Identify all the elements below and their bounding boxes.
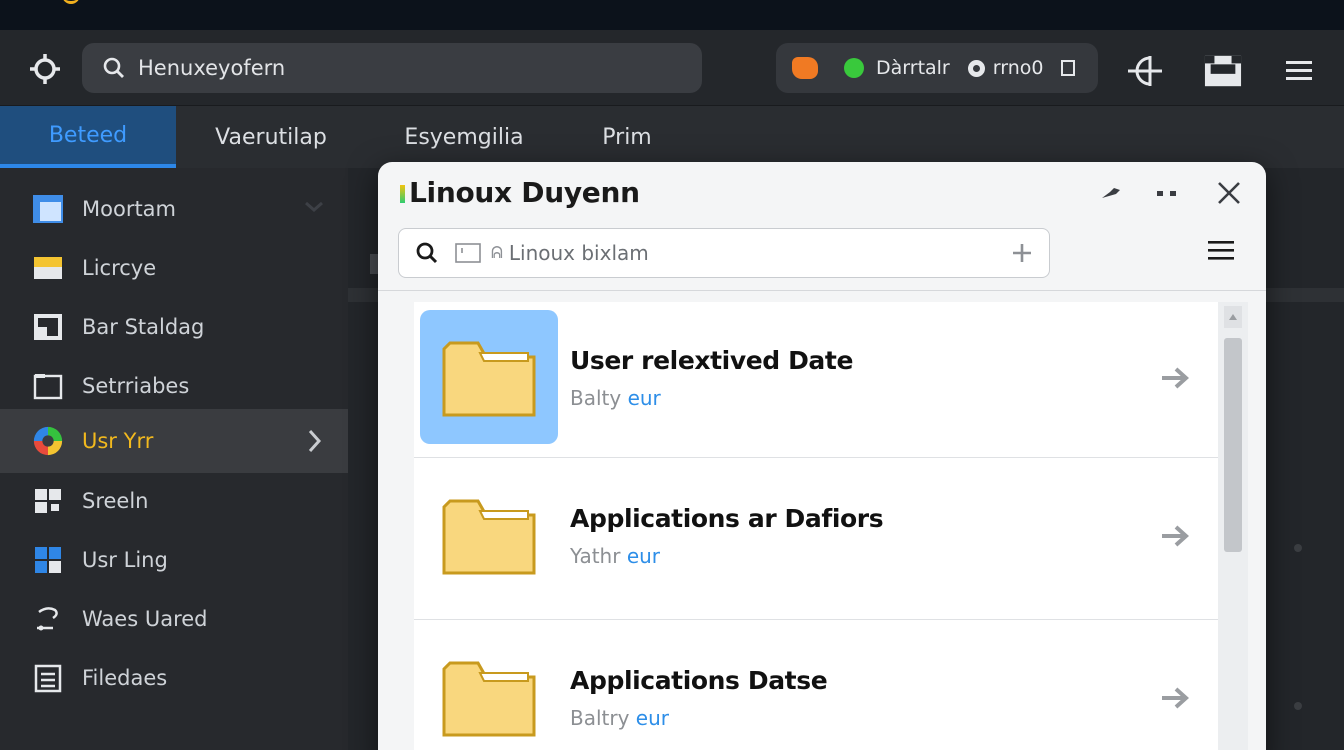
arrow-right-icon[interactable] (1160, 684, 1192, 714)
file-list: User relextived Date Balty eur Applicati… (414, 302, 1218, 750)
background-dot (1294, 702, 1302, 710)
scroll-thumb[interactable] (1224, 338, 1242, 552)
chevron-right-icon[interactable] (302, 427, 326, 460)
hook-icon (32, 603, 64, 635)
sidebar-item-label: Waes Uared (82, 607, 208, 631)
sidebar-item-waes-uared[interactable]: Waes Uared (0, 590, 348, 648)
list-item[interactable]: Applications ar Dafiors Yathr eur (414, 460, 1218, 620)
copy-icon[interactable] (1061, 60, 1076, 76)
online-status-icon (844, 58, 864, 78)
list-item-subtitle: Baltry eur (570, 706, 669, 730)
window-icon (32, 193, 64, 225)
sidebar-item-setrriabes[interactable]: Setrriabes (0, 357, 348, 415)
folder-icon (420, 310, 558, 444)
crosshair-icon[interactable] (1126, 52, 1164, 90)
scrollbar[interactable] (1218, 302, 1248, 750)
arrow-right-icon[interactable] (1160, 364, 1192, 394)
status-value: rrno0 (992, 57, 1044, 79)
search-icon (416, 242, 438, 264)
list-item[interactable]: User relextived Date Balty eur (414, 302, 1218, 458)
grid-icon (32, 485, 64, 517)
brand-glyph-icon (62, 0, 80, 4)
add-icon[interactable] (1011, 242, 1033, 264)
orange-app-icon (792, 57, 818, 79)
document-icon (32, 662, 64, 694)
background-dot (1294, 544, 1302, 552)
status-pill[interactable]: Dàrrtalr rrno0 (776, 43, 1098, 93)
sidebar-item-filedaes[interactable]: Filedaes (0, 649, 348, 707)
folder-icon (420, 468, 558, 602)
list-item[interactable]: Applications Datse Baltry eur (414, 622, 1218, 750)
settings-gear-icon[interactable] (26, 50, 64, 88)
main-search-bar[interactable] (82, 43, 702, 93)
sidebar-item-label: Moortam (82, 197, 177, 221)
more-options-icon[interactable] (1152, 178, 1182, 208)
scroll-up-icon[interactable] (1224, 306, 1242, 328)
chart-icon (32, 311, 64, 343)
list-item-title: Applications Datse (570, 666, 828, 695)
folder-tab-icon (32, 252, 64, 284)
status-label: Dàrrtalr (876, 57, 950, 79)
media-card-icon[interactable] (1204, 52, 1242, 90)
tab-beteed[interactable]: Beteed (0, 106, 176, 168)
folder-outline-icon (455, 243, 481, 263)
list-item-subtitle: Balty eur (570, 386, 661, 410)
toolbar: Dàrrtalr rrno0 (0, 30, 1344, 106)
search-icon (103, 57, 124, 78)
sidebar-item-bar-staldag[interactable]: Bar Staldag (0, 298, 348, 356)
search-prefix: ᕱ (491, 243, 503, 262)
puzzle-icon (32, 544, 64, 576)
sidebar-item-usr-yrr[interactable]: Usr Yrr (0, 409, 348, 473)
background-marker (370, 254, 378, 274)
sidebar-item-usr-ling[interactable]: Usr Ling (0, 531, 348, 589)
tab-vaerutilap[interactable]: Vaerutilap (200, 106, 342, 168)
list-item-title: User relextived Date (570, 346, 854, 375)
folder-icon (420, 630, 558, 750)
sidebar-item-licrcye[interactable]: Licrcye (0, 239, 348, 297)
tab-esyemgilia[interactable]: Esyemgilia (390, 106, 538, 168)
dialog-divider (378, 290, 1266, 291)
sidebar-item-label: Bar Staldag (82, 315, 205, 339)
list-item-subtitle: Yathr eur (570, 544, 661, 568)
record-icon (967, 59, 985, 77)
hamburger-menu-icon[interactable] (1280, 52, 1318, 90)
dialog-search-input[interactable] (508, 241, 989, 265)
chevron-down-icon[interactable] (302, 194, 326, 223)
sidebar-item-label: Usr Yrr (82, 429, 154, 453)
dialog-title: Linoux Duyenn (400, 176, 640, 209)
file-dialog: Linoux Duyenn ᕱ User rele (378, 162, 1266, 750)
pin-icon[interactable] (1096, 178, 1126, 208)
sidebar-item-sreeln[interactable]: Sreeln (0, 472, 348, 530)
sidebar-item-label: Usr Ling (82, 548, 168, 572)
close-icon[interactable] (1214, 178, 1244, 208)
sidebar-item-moortam[interactable]: Moortam (0, 180, 348, 238)
arrow-right-icon[interactable] (1160, 522, 1192, 552)
sidebar-item-label: Filedaes (82, 666, 168, 690)
tab-bar: Beteed Vaerutilap Esyemgilia Prim (0, 106, 1344, 168)
sidebar-item-label: Setrriabes (82, 374, 190, 398)
list-item-title: Applications ar Dafiors (570, 504, 884, 533)
dialog-menu-icon[interactable] (1206, 238, 1240, 268)
main-search-input[interactable] (138, 56, 658, 80)
tab-prim[interactable]: Prim (584, 106, 670, 168)
square-icon (32, 370, 64, 402)
sidebar: Moortam Licrcye Bar Staldag Setrriabes U… (0, 168, 348, 750)
sidebar-item-label: Licrcye (82, 256, 157, 280)
dialog-search-bar[interactable]: ᕱ (398, 228, 1050, 278)
top-strip (0, 0, 1344, 30)
color-wheel-icon (32, 425, 64, 457)
sidebar-item-label: Sreeln (82, 489, 149, 513)
